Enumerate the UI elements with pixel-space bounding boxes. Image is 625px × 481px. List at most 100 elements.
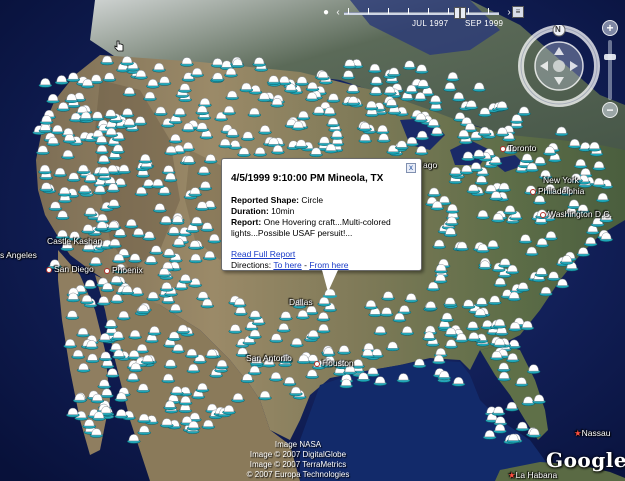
ufo-sighting-marker-icon[interactable] [159,215,173,226]
ufo-sighting-marker-icon[interactable] [168,303,183,314]
ufo-sighting-marker-icon[interactable] [162,248,176,258]
ufo-sighting-marker-icon[interactable] [539,286,553,297]
ufo-sighting-marker-icon[interactable] [185,348,199,359]
ufo-sighting-marker-icon[interactable] [222,405,236,415]
ufo-sighting-marker-icon[interactable] [76,164,91,175]
ufo-sighting-marker-icon[interactable] [534,267,549,278]
time-start-handle-icon[interactable]: ● [320,6,332,20]
ufo-sighting-marker-icon[interactable] [252,57,266,67]
ufo-sighting-marker-icon[interactable] [210,72,225,82]
ufo-sighting-marker-icon[interactable] [66,407,80,418]
ufo-sighting-marker-icon[interactable] [269,333,284,343]
compass-north-label[interactable]: N [555,25,561,34]
directions-from-here-link[interactable]: From here [309,260,348,270]
ufo-sighting-marker-icon[interactable] [152,62,166,73]
ufo-sighting-marker-icon[interactable] [143,91,157,102]
ufo-sighting-marker-icon[interactable] [440,312,454,323]
ufo-sighting-marker-icon[interactable] [567,138,582,149]
ufo-sighting-marker-icon[interactable] [56,102,71,112]
ufo-sighting-marker-icon[interactable] [137,425,151,435]
ufo-sighting-marker-icon[interactable] [592,161,606,171]
compass-icon[interactable] [518,25,600,107]
ufo-sighting-marker-icon[interactable] [233,306,248,316]
ufo-sighting-marker-icon[interactable] [120,56,134,66]
ufo-sighting-marker-icon[interactable] [120,108,135,118]
ufo-sighting-marker-icon[interactable] [55,210,70,221]
ufo-sighting-marker-icon[interactable] [128,329,142,340]
ufo-sighting-marker-icon[interactable] [228,324,243,334]
ufo-sighting-marker-icon[interactable] [414,145,429,156]
time-back-icon[interactable]: ‹ [332,6,344,20]
ufo-sighting-marker-icon[interactable] [96,296,111,306]
ufo-sighting-marker-icon[interactable] [316,323,331,334]
ufo-sighting-marker-icon[interactable] [146,79,160,89]
ufo-sighting-marker-icon[interactable] [317,296,331,307]
ufo-sighting-marker-icon[interactable] [198,181,213,191]
ufo-sighting-marker-icon[interactable] [127,434,141,444]
ufo-sighting-marker-icon[interactable] [63,338,77,349]
ufo-sighting-marker-icon[interactable] [295,76,309,86]
ufo-sighting-marker-icon[interactable] [207,233,222,244]
ufo-sighting-marker-icon[interactable] [39,182,54,192]
ufo-sighting-marker-icon[interactable] [474,297,489,307]
ufo-sighting-marker-icon[interactable] [432,239,446,250]
ufo-sighting-marker-icon[interactable] [466,321,480,331]
ufo-sighting-marker-icon[interactable] [103,109,118,119]
ufo-sighting-marker-icon[interactable] [80,294,94,305]
ufo-sighting-marker-icon[interactable] [258,125,272,135]
ufo-sighting-marker-icon[interactable] [173,107,187,118]
ufo-sighting-marker-icon[interactable] [396,373,411,383]
ufo-sighting-marker-icon[interactable] [144,255,158,266]
ufo-sighting-marker-icon[interactable] [472,82,486,92]
ufo-sighting-marker-icon[interactable] [515,421,530,432]
ufo-sighting-marker-icon[interactable] [415,130,429,141]
ufo-sighting-marker-icon[interactable] [36,145,50,155]
ufo-sighting-marker-icon[interactable] [153,106,168,117]
ufo-sighting-marker-icon[interactable] [414,64,429,74]
ufo-sighting-marker-icon[interactable] [443,297,457,307]
ufo-sighting-marker-icon[interactable] [83,207,98,217]
time-range-end-thumb[interactable] [460,7,466,19]
ufo-sighting-marker-icon[interactable] [461,299,476,309]
zoom-in-button[interactable]: + [602,20,618,36]
ufo-sighting-marker-icon[interactable] [428,95,443,105]
ufo-sighting-marker-icon[interactable] [381,291,395,301]
ufo-sighting-marker-icon[interactable] [424,301,438,311]
ufo-sighting-marker-icon[interactable] [201,419,216,430]
ufo-sighting-marker-icon[interactable] [253,147,267,157]
ufo-sighting-marker-icon[interactable] [95,144,109,155]
ufo-sighting-marker-icon[interactable] [373,325,388,336]
ufo-sighting-marker-icon[interactable] [46,93,60,104]
ufo-sighting-marker-icon[interactable] [296,110,311,121]
ufo-sighting-marker-icon[interactable] [167,226,181,236]
ufo-sighting-marker-icon[interactable] [544,231,558,241]
ufo-sighting-marker-icon[interactable] [170,386,184,396]
ufo-sighting-marker-icon[interactable] [190,67,204,78]
read-full-report-link[interactable]: Read Full Report [231,249,295,259]
ufo-sighting-marker-icon[interactable] [161,373,176,384]
ufo-sighting-marker-icon[interactable] [97,154,111,165]
ufo-sighting-marker-icon[interactable] [427,187,441,198]
ufo-sighting-marker-icon[interactable] [190,216,204,227]
ufo-sighting-marker-icon[interactable] [93,185,107,195]
ufo-sighting-marker-icon[interactable] [188,253,203,264]
ufo-sighting-marker-icon[interactable] [225,90,239,101]
ufo-sighting-marker-icon[interactable] [241,131,255,141]
ufo-sighting-marker-icon[interactable] [488,295,502,305]
ufo-sighting-marker-icon[interactable] [197,166,211,176]
ufo-sighting-marker-icon[interactable] [526,364,541,374]
ufo-sighting-marker-icon[interactable] [48,201,63,211]
ufo-sighting-marker-icon[interactable] [376,133,391,143]
ufo-sighting-marker-icon[interactable] [592,177,606,188]
ufo-sighting-marker-icon[interactable] [546,271,561,281]
ufo-sighting-marker-icon[interactable] [77,184,92,195]
ufo-sighting-marker-icon[interactable] [176,324,190,335]
zoom-slider-knob[interactable] [604,54,616,60]
ufo-sighting-marker-icon[interactable] [178,83,192,93]
ufo-sighting-marker-icon[interactable] [412,358,427,369]
ufo-sighting-marker-icon[interactable] [497,371,511,382]
ufo-sighting-marker-icon[interactable] [587,141,602,152]
ufo-sighting-marker-icon[interactable] [525,246,539,257]
ufo-sighting-marker-icon[interactable] [443,82,457,92]
ufo-sighting-marker-icon[interactable] [387,67,401,78]
